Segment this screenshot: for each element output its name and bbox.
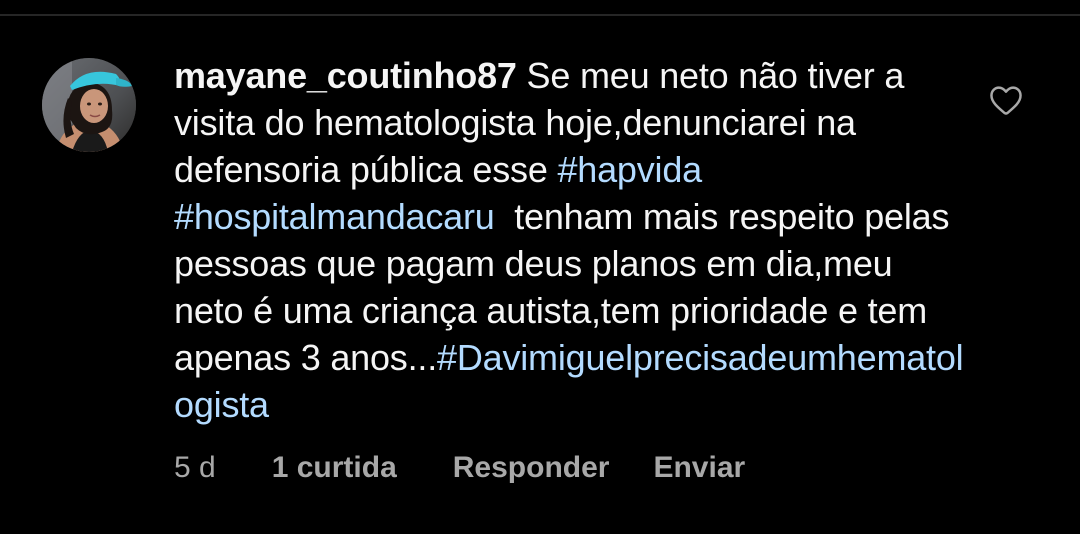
hashtag-link[interactable]: #hospitalmandacaru (174, 196, 495, 237)
hashtag-link[interactable]: #hapvida (557, 149, 702, 190)
heart-outline-icon-svg (990, 86, 1022, 115)
avatar[interactable] (42, 58, 136, 152)
heart-outline-icon[interactable] (988, 84, 1024, 116)
reply-button[interactable]: Responder (453, 451, 610, 485)
comment-item: mayane_coutinho87 Se meu neto não tiver … (0, 0, 1080, 534)
likes-count-button[interactable]: 1 curtida (272, 451, 397, 485)
comment-meta: 5 d 1 curtida Responder Enviar (174, 448, 745, 488)
comment-body: mayane_coutinho87 Se meu neto não tiver … (174, 52, 964, 428)
comment-timestamp: 5 d (174, 451, 216, 484)
avatar-photo (42, 58, 136, 152)
comment-username[interactable]: mayane_coutinho87 (174, 55, 517, 96)
send-button[interactable]: Enviar (653, 451, 745, 485)
